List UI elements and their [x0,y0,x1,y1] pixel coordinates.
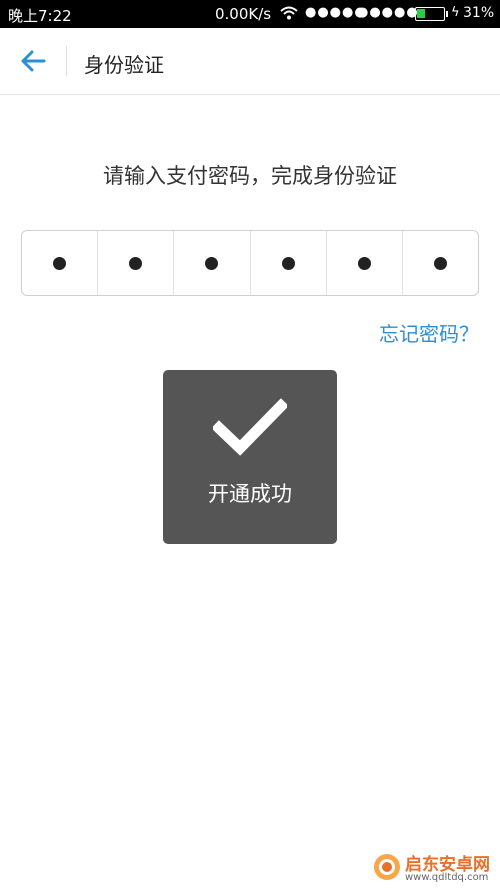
status-bar: 晚上7:22 0.00K/s ●●●●● ●●●●● ϟ 31% [0,0,500,28]
success-toast: 开通成功 [163,370,337,544]
nav-divider [66,46,67,76]
pin-cell [22,231,99,295]
password-prompt: 请输入支付密码，完成身份验证 [103,164,397,188]
wifi-icon [280,6,298,20]
back-button[interactable] [18,46,48,76]
pin-input[interactable] [21,230,479,296]
status-time: 晚上7:22 [8,7,72,25]
pin-cell [403,231,478,295]
toast-message: 开通成功 [208,482,292,506]
pin-dot [129,256,143,270]
bolt-icon: ϟ [451,5,460,20]
pin-cell [251,231,327,295]
battery-icon [415,7,445,21]
pin-dot [357,256,371,270]
watermark-logo-icon [374,854,400,880]
pin-dot [53,256,67,270]
pin-dot [281,256,295,270]
screen: 晚上7:22 0.00K/s ●●●●● ●●●●● ϟ 31% 身份验证 请输… [0,0,500,889]
watermark-url: www.qdltdq.com [405,872,489,883]
pin-cell [327,231,403,295]
pin-cell [174,231,251,295]
pin-dot [205,256,219,270]
nav-bar: 身份验证 [0,28,500,95]
battery-cap [446,11,448,17]
arrow-left-icon [21,50,46,72]
battery-percent: 31% [463,5,495,21]
watermark: 启东安卓网 www.qdltdq.com [372,848,496,888]
pin-dot [433,256,447,270]
battery-level-fill [417,9,426,18]
signal-strength-2: ●●●●● [357,5,419,20]
page-title: 身份验证 [84,53,164,77]
pin-cell [98,231,175,295]
checkmark-icon [213,398,287,456]
status-network-speed: 0.00K/s [215,5,272,23]
forgot-password-link[interactable]: 忘记密码？ [379,318,479,347]
